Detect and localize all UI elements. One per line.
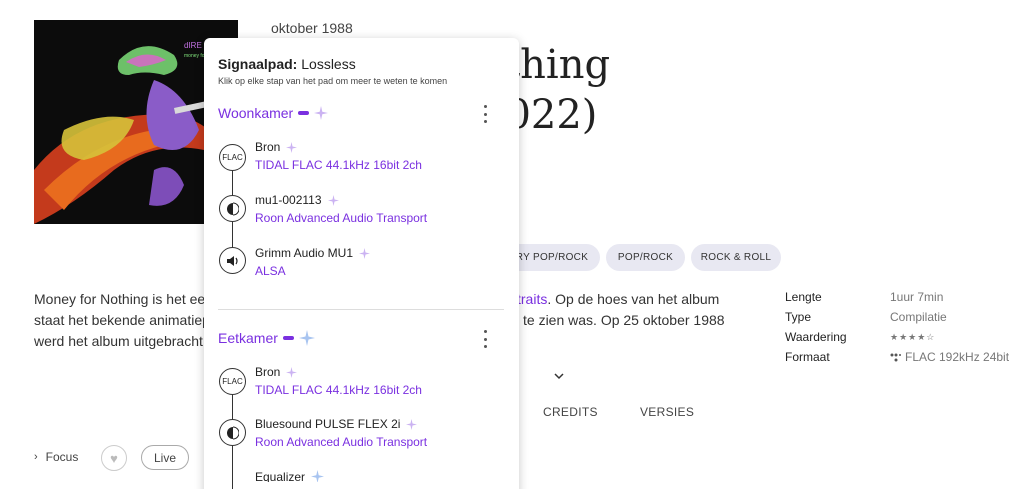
rating-stars[interactable]: ★★★★☆ [890,332,935,343]
focus-button[interactable]: › Focus [34,450,78,464]
description-line: . Op de hoes van het album [547,291,720,307]
step-name[interactable]: Grimm Audio MU1 [255,246,371,260]
heart-icon: ♥ [110,450,118,466]
signal-path-popup: Signaalpad: Lossless Klik op elke stap v… [204,38,519,489]
volume-indicator-icon [282,336,294,340]
signal-path-quality: Lossless [301,56,356,72]
step-detail[interactable]: TIDAL FLAC 44.1kHz 16bit 2ch [255,158,422,172]
sparkle-icon [311,470,325,482]
flac-icon[interactable]: FLAC [219,144,246,171]
step-name[interactable]: Bron [255,140,298,154]
half-circle-icon [226,202,239,215]
step-detail[interactable]: ALSA [255,264,286,278]
step-name[interactable]: mu1-002113 [255,193,339,207]
zone-name: Woonkamer [218,105,294,121]
speaker-glyph [226,255,238,266]
dsp-icon[interactable] [219,419,246,446]
chevron-down-icon[interactable] [553,370,565,382]
artist-link[interactable]: traits [517,291,547,307]
live-button[interactable]: Live [141,445,189,470]
step-detail[interactable]: TIDAL FLAC 44.1kHz 16bit 2ch [255,383,422,397]
signal-path-subtitle: Klik op elke stap van het pad om meer te… [218,76,448,86]
signal-path-title: Signaalpad: Lossless [218,56,356,72]
sparkle-icon [286,366,298,378]
zone-header-woonkamer[interactable]: Woonkamer [218,105,329,121]
focus-label: Focus [45,450,79,464]
zone-menu-icon[interactable] [482,330,488,348]
zone-name: Eetkamer [218,330,278,346]
volume-indicator-icon [298,111,310,115]
zone-header-eetkamer[interactable]: Eetkamer [218,330,315,346]
metadata-key: Type [785,310,812,324]
genre-chip[interactable]: ROCK & ROLL [691,244,781,271]
release-date: oktober 1988 [271,20,353,36]
genre-chip[interactable]: POP/ROCK [606,244,685,271]
metadata-key: Waardering [785,330,847,344]
description-line: te zien was. Op 25 oktober 1988 [523,312,725,328]
metadata-value: Compilatie [890,310,947,324]
format-text: FLAC 192kHz 24bit [905,350,1010,364]
flac-icon[interactable]: FLAC [219,368,246,395]
step-detail[interactable]: Roon Advanced Audio Transport [255,211,427,225]
step-name[interactable]: Bluesound PULSE FLEX 2i [255,417,418,431]
metadata-key: Formaat [785,350,830,364]
sparkle-icon [359,247,371,259]
favorite-button[interactable]: ♥ [101,445,127,471]
metadata-key: Lengte [785,290,822,304]
sparkle-icon [286,141,298,153]
sparkle-icon [406,418,418,430]
speaker-icon[interactable] [219,247,246,274]
step-name[interactable]: Equalizer [255,470,325,482]
dsp-icon[interactable] [219,195,246,222]
signal-path-icon [890,353,901,361]
format-value[interactable]: FLAC 192kHz 24bit [890,350,1009,364]
tab-credits[interactable]: CREDITS [543,405,598,419]
zone-divider [218,309,504,310]
step-detail[interactable]: Roon Advanced Audio Transport [255,435,427,449]
zone-menu-icon[interactable] [482,105,488,123]
step-name[interactable]: Bron [255,365,298,379]
sparkle-icon [298,330,315,346]
metadata-value: 1uur 7min [890,290,944,304]
chevron-right-icon: › [34,451,38,463]
signal-path-label: Signaalpad: [218,56,298,72]
description-line: werd het album uitgebracht [34,333,203,349]
sparkle-icon [327,194,339,206]
half-circle-icon [226,426,239,439]
description-line: Money for Nothing is het ee [34,291,206,307]
sparkle-icon [314,106,329,120]
description-line: staat het bekende animatiep [34,312,210,328]
tab-versies[interactable]: VERSIES [640,405,694,419]
